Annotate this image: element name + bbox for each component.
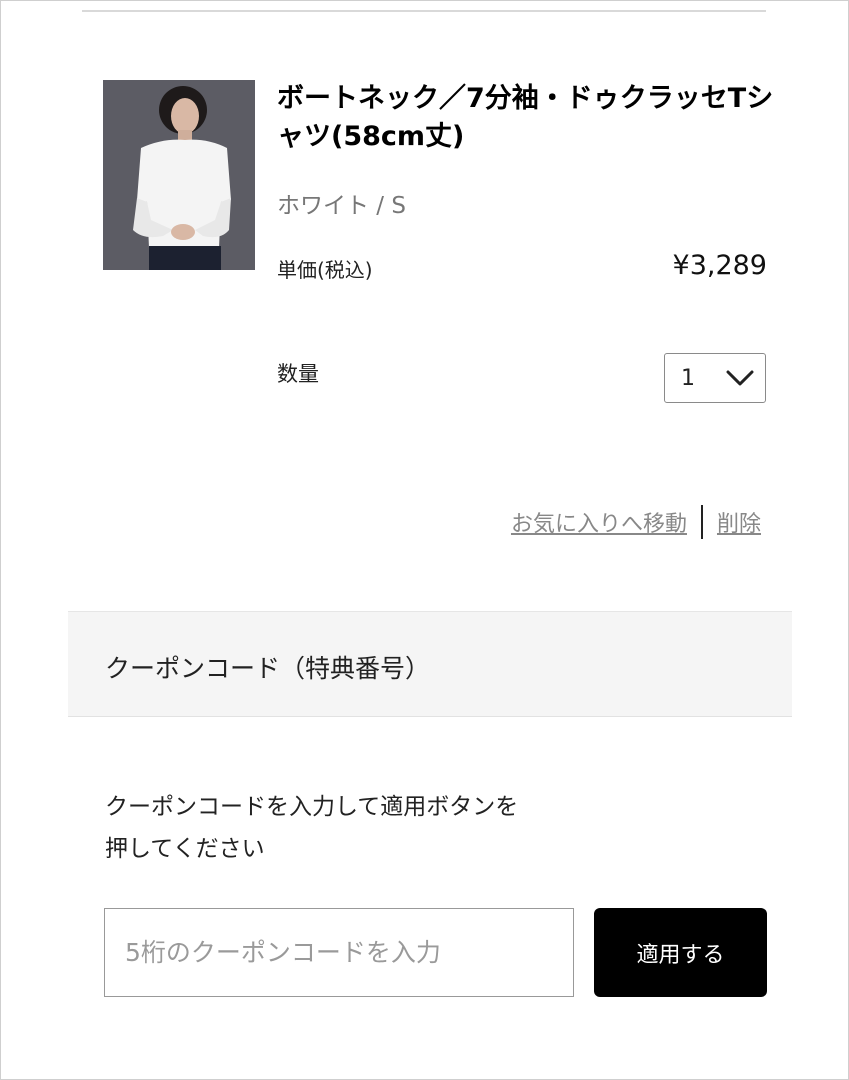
coupon-section-header: クーポンコード（特典番号） <box>68 611 792 717</box>
product-name[interactable]: ボートネック／7分袖・ドゥクラッセTシャツ(58cm丈) <box>277 80 777 156</box>
product-photo-icon <box>103 80 255 270</box>
unit-price-value: ¥3,289 <box>672 250 767 281</box>
quantity-label: 数量 <box>277 362 319 386</box>
quantity-value: 1 <box>681 366 695 391</box>
delete-link[interactable]: 削除 <box>717 506 761 538</box>
apply-coupon-button[interactable]: 適用する <box>594 908 767 997</box>
coupon-title: クーポンコード（特典番号） <box>105 654 431 683</box>
chevron-down-icon <box>725 368 755 392</box>
coupon-instructions: クーポンコードを入力して適用ボタンを 押してください <box>105 786 625 870</box>
action-separator <box>700 505 703 539</box>
coupon-instructions-line2: 押してください <box>105 836 265 862</box>
coupon-code-input[interactable] <box>104 908 574 997</box>
product-variant: ホワイト / S <box>277 193 406 219</box>
unit-price-label: 単価(税込) <box>277 258 373 282</box>
top-divider <box>82 10 766 12</box>
item-actions: お気に入りへ移動 削除 <box>511 505 761 539</box>
product-image[interactable] <box>103 80 255 270</box>
quantity-select[interactable]: 1 <box>664 353 766 403</box>
move-to-favorites-link[interactable]: お気に入りへ移動 <box>511 506 687 538</box>
coupon-instructions-line1: クーポンコードを入力して適用ボタンを <box>105 794 519 820</box>
